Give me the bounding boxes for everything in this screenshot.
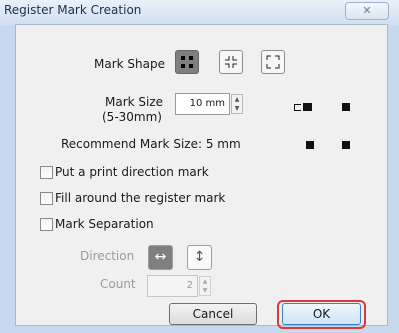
mark-separation-checkbox[interactable]	[40, 218, 53, 231]
mark-separation-label[interactable]: Mark Separation	[55, 217, 154, 231]
spin-down-icon[interactable]: ▼	[232, 104, 242, 113]
spin-up-icon[interactable]: ▲	[232, 95, 242, 104]
spin-up-icon[interactable]: ▲	[200, 277, 210, 286]
preview-mark	[306, 141, 314, 149]
print-direction-mark	[294, 104, 301, 111]
close-icon: ✕	[362, 4, 372, 17]
shape-square-dot	[189, 56, 193, 60]
recommend-size-text: Recommend Mark Size: 5 mm	[61, 137, 241, 151]
cancel-button[interactable]: Cancel	[169, 303, 257, 325]
direction-horizontal-button[interactable]: ↔	[148, 245, 173, 270]
shape-outer-corners-button[interactable]	[261, 50, 285, 74]
shape-square-dot	[181, 64, 185, 68]
horizontal-arrow-icon: ↔	[154, 249, 167, 265]
inner-corners-icon	[225, 56, 237, 68]
direction-label: Direction	[80, 249, 135, 263]
title-bar: Register Mark Creation ✕	[0, 0, 399, 26]
mark-size-spinner[interactable]: ▲ ▼	[231, 94, 243, 114]
direction-vertical-button[interactable]: ↕	[187, 245, 212, 270]
print-direction-checkbox[interactable]	[40, 166, 53, 179]
dialog-panel: Mark Shape Mark Size (5-30mm) 10 mm ▲ ▼	[15, 24, 388, 326]
fill-around-checkbox[interactable]	[40, 192, 53, 205]
fill-around-label[interactable]: Fill around the register mark	[55, 191, 225, 205]
shape-square-corners-button[interactable]	[175, 50, 199, 74]
dialog-window: Register Mark Creation ✕ Mark Shape Mark…	[0, 0, 399, 333]
mark-size-range-label: (5-30mm)	[102, 110, 162, 124]
window-title: Register Mark Creation	[4, 3, 142, 17]
count-spinner[interactable]: ▲ ▼	[199, 276, 211, 296]
preview-mark	[342, 141, 350, 149]
ok-button[interactable]: OK	[282, 303, 361, 325]
spin-down-icon[interactable]: ▼	[200, 286, 210, 295]
mark-size-input[interactable]: 10 mm	[175, 93, 230, 115]
print-direction-label[interactable]: Put a print direction mark	[55, 165, 209, 179]
outer-corners-icon	[266, 55, 280, 69]
mark-shape-label: Mark Shape	[94, 57, 165, 71]
shape-square-dot	[189, 64, 193, 68]
shape-inner-corners-button[interactable]	[219, 50, 243, 74]
shape-square-dot	[181, 56, 185, 60]
preview-mark	[303, 103, 312, 111]
mark-size-label: Mark Size	[105, 95, 164, 109]
close-button[interactable]: ✕	[345, 2, 389, 20]
preview-mark	[342, 103, 350, 111]
count-input[interactable]: 2	[147, 275, 198, 297]
count-label: Count	[100, 277, 136, 291]
vertical-arrow-icon: ↕	[193, 249, 206, 265]
